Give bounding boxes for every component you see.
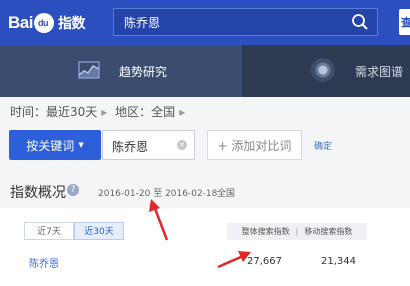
tab-trend-research[interactable]: 趋势研究 xyxy=(0,45,242,97)
mobile-index-value: 21,344 xyxy=(321,256,356,267)
divider: | xyxy=(295,227,299,236)
tab-7-days[interactable]: 近7天 xyxy=(24,222,74,240)
main-nav: 趋势研究 需求图谱 xyxy=(0,45,410,97)
keyword-field[interactable]: 陈乔恩 × xyxy=(102,130,195,160)
search-input[interactable]: 陈乔恩 xyxy=(113,8,378,36)
search-value: 陈乔恩 xyxy=(124,16,161,30)
period-tabs: 近7天 近30天 xyxy=(24,222,124,240)
column-headers: 整体搜索指数 | 移动搜索指数 xyxy=(227,223,367,240)
region-filter[interactable]: 全国 xyxy=(151,105,175,119)
demand-graph-icon xyxy=(311,58,335,82)
keyword-value: 陈乔恩 xyxy=(112,140,149,154)
overall-index-value: 27,667 xyxy=(247,256,282,267)
region-label: 地区： xyxy=(115,105,152,119)
paw-icon: du xyxy=(33,13,54,33)
time-label: 时间： xyxy=(10,105,47,119)
col-overall-index: 整体搜索指数 xyxy=(241,227,290,236)
chevron-right-icon: ▸ xyxy=(179,105,186,119)
search-icon[interactable] xyxy=(351,13,369,31)
help-icon[interactable]: ? xyxy=(67,184,79,196)
clear-icon[interactable]: × xyxy=(177,140,187,150)
logo-text: Bai xyxy=(8,13,33,32)
filter-bar: 时间：最近30天 ▸ 地区：全国 ▸ xyxy=(10,103,189,120)
search-button[interactable]: 查 xyxy=(399,9,410,35)
chevron-right-icon: ▸ xyxy=(101,105,108,119)
col-mobile-index: 移动搜索指数 xyxy=(304,227,353,236)
keyword-row-label[interactable]: 陈乔恩 xyxy=(29,255,59,270)
keyword-dropdown-button[interactable]: 按关键词 ▼ xyxy=(9,130,101,160)
confirm-button[interactable]: 确定 xyxy=(314,139,332,152)
index-panel: 近7天 近30天 整体搜索指数 | 移动搜索指数 陈乔恩 27,667 21,344 xyxy=(0,208,410,286)
caret-down-icon: ▼ xyxy=(78,141,84,149)
add-compare-button[interactable]: + 添加对比词 xyxy=(207,130,302,160)
baidu-index-logo[interactable]: Bai du 指数 xyxy=(8,10,85,36)
trend-chart-icon xyxy=(78,61,100,79)
tab-demand-graph[interactable]: 需求图谱 xyxy=(355,63,403,80)
tab-label: 趋势研究 xyxy=(119,65,168,79)
tab-30-days[interactable]: 近30天 xyxy=(74,222,124,240)
date-range: 2016-01-20 至 2016-02-18 xyxy=(98,189,218,199)
top-header: Bai du 指数 陈乔恩 查 xyxy=(0,0,410,45)
overview-title: 指数概况 xyxy=(10,185,66,201)
overview-region: 全国 xyxy=(217,189,236,199)
logo-text-cn: 指数 xyxy=(57,15,86,31)
time-filter[interactable]: 最近30天 xyxy=(46,105,97,119)
